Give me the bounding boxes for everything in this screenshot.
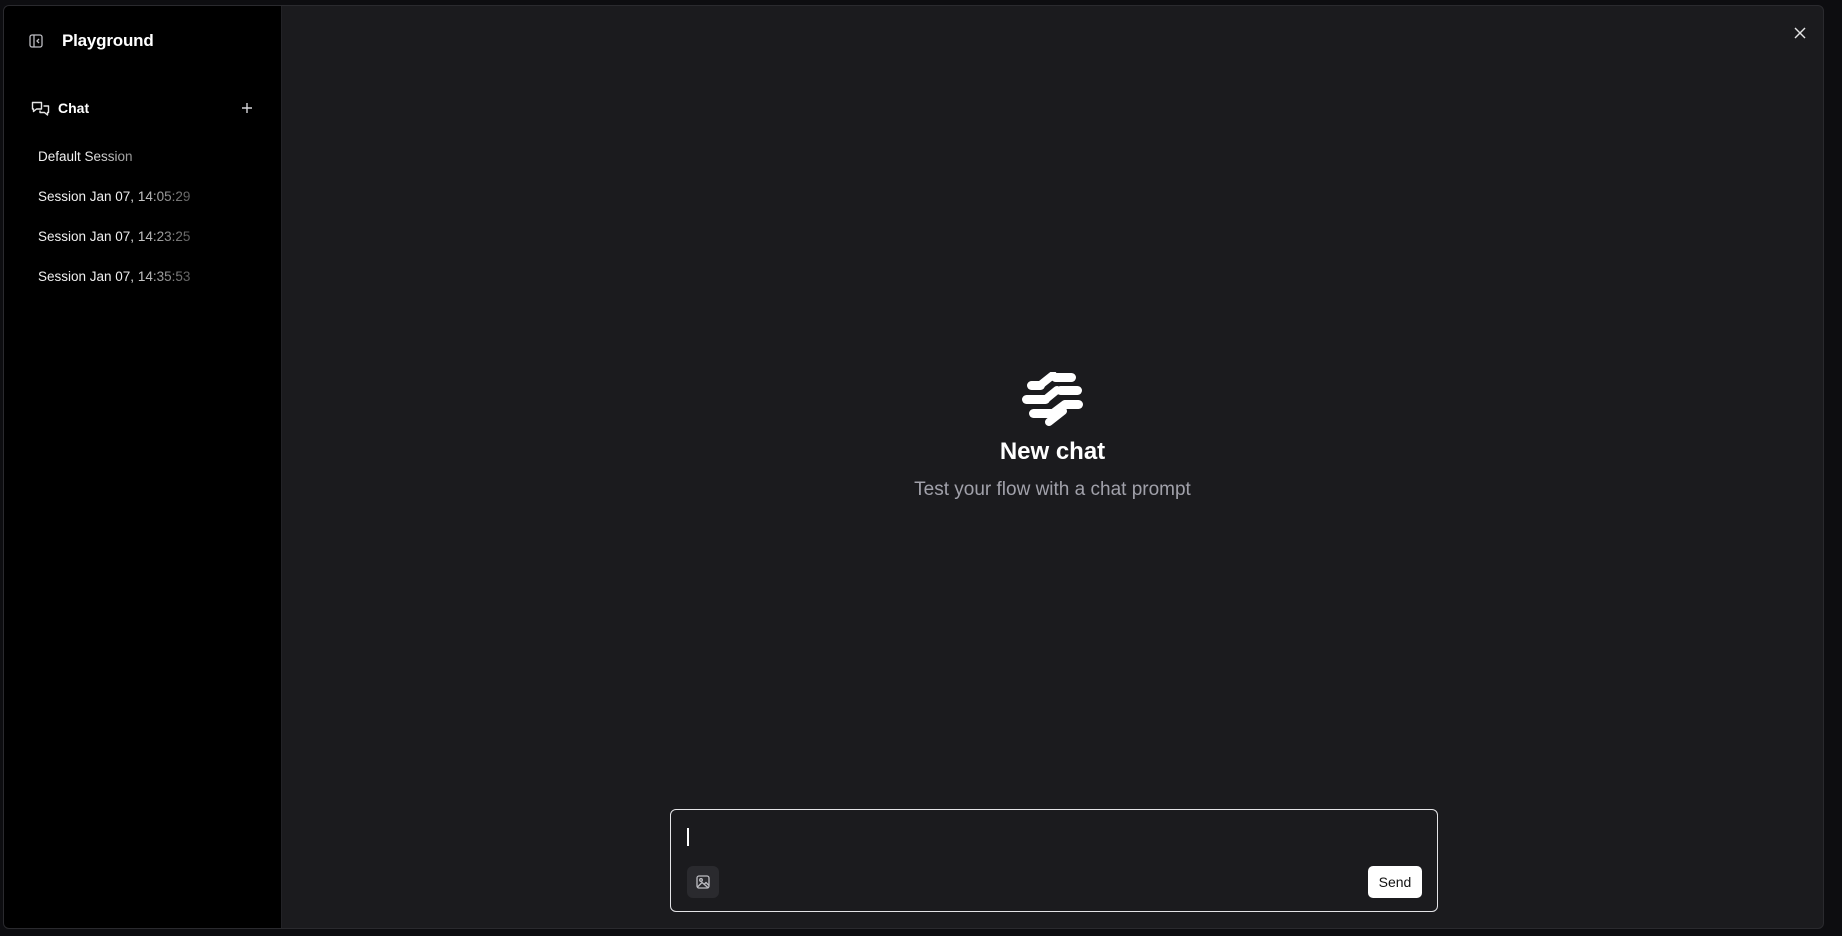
chat-main: New chat Test your flow with a chat prom… <box>282 6 1823 928</box>
empty-state-title: New chat <box>999 438 1106 465</box>
session-list: Default Session Session Jan 07, 14:05:29… <box>4 136 281 296</box>
chat-section-header: Chat <box>4 90 281 126</box>
sidebar-header: Playground <box>4 6 281 76</box>
send-button[interactable]: Send <box>1368 866 1422 898</box>
session-item[interactable]: Session Jan 07, 14:35:53 <box>4 256 281 296</box>
chat-composer: Send <box>670 809 1438 912</box>
chat-bubbles-icon <box>31 99 50 118</box>
sidebar-title: Playground <box>62 31 154 50</box>
empty-state: New chat Test your flow with a chat prom… <box>282 372 1823 501</box>
sidebar-toggle-icon[interactable] <box>28 33 44 49</box>
playground-window: Playground Chat Default Session Session … <box>3 5 1824 929</box>
sidebar: Playground Chat Default Session Session … <box>4 6 282 928</box>
session-item[interactable]: Session Jan 07, 14:23:25 <box>4 216 281 256</box>
session-item[interactable]: Default Session <box>4 136 281 176</box>
chat-section-label: Chat <box>58 100 90 116</box>
session-item[interactable]: Session Jan 07, 14:05:29 <box>4 176 281 216</box>
text-caret <box>687 828 689 846</box>
close-icon[interactable] <box>1787 20 1813 46</box>
image-upload-icon[interactable] <box>687 866 719 898</box>
new-session-plus-icon[interactable] <box>237 98 257 118</box>
chat-input[interactable] <box>685 824 1425 854</box>
langflow-logo-icon <box>1021 372 1083 426</box>
empty-state-subtitle: Test your flow with a chat prompt <box>914 479 1191 500</box>
